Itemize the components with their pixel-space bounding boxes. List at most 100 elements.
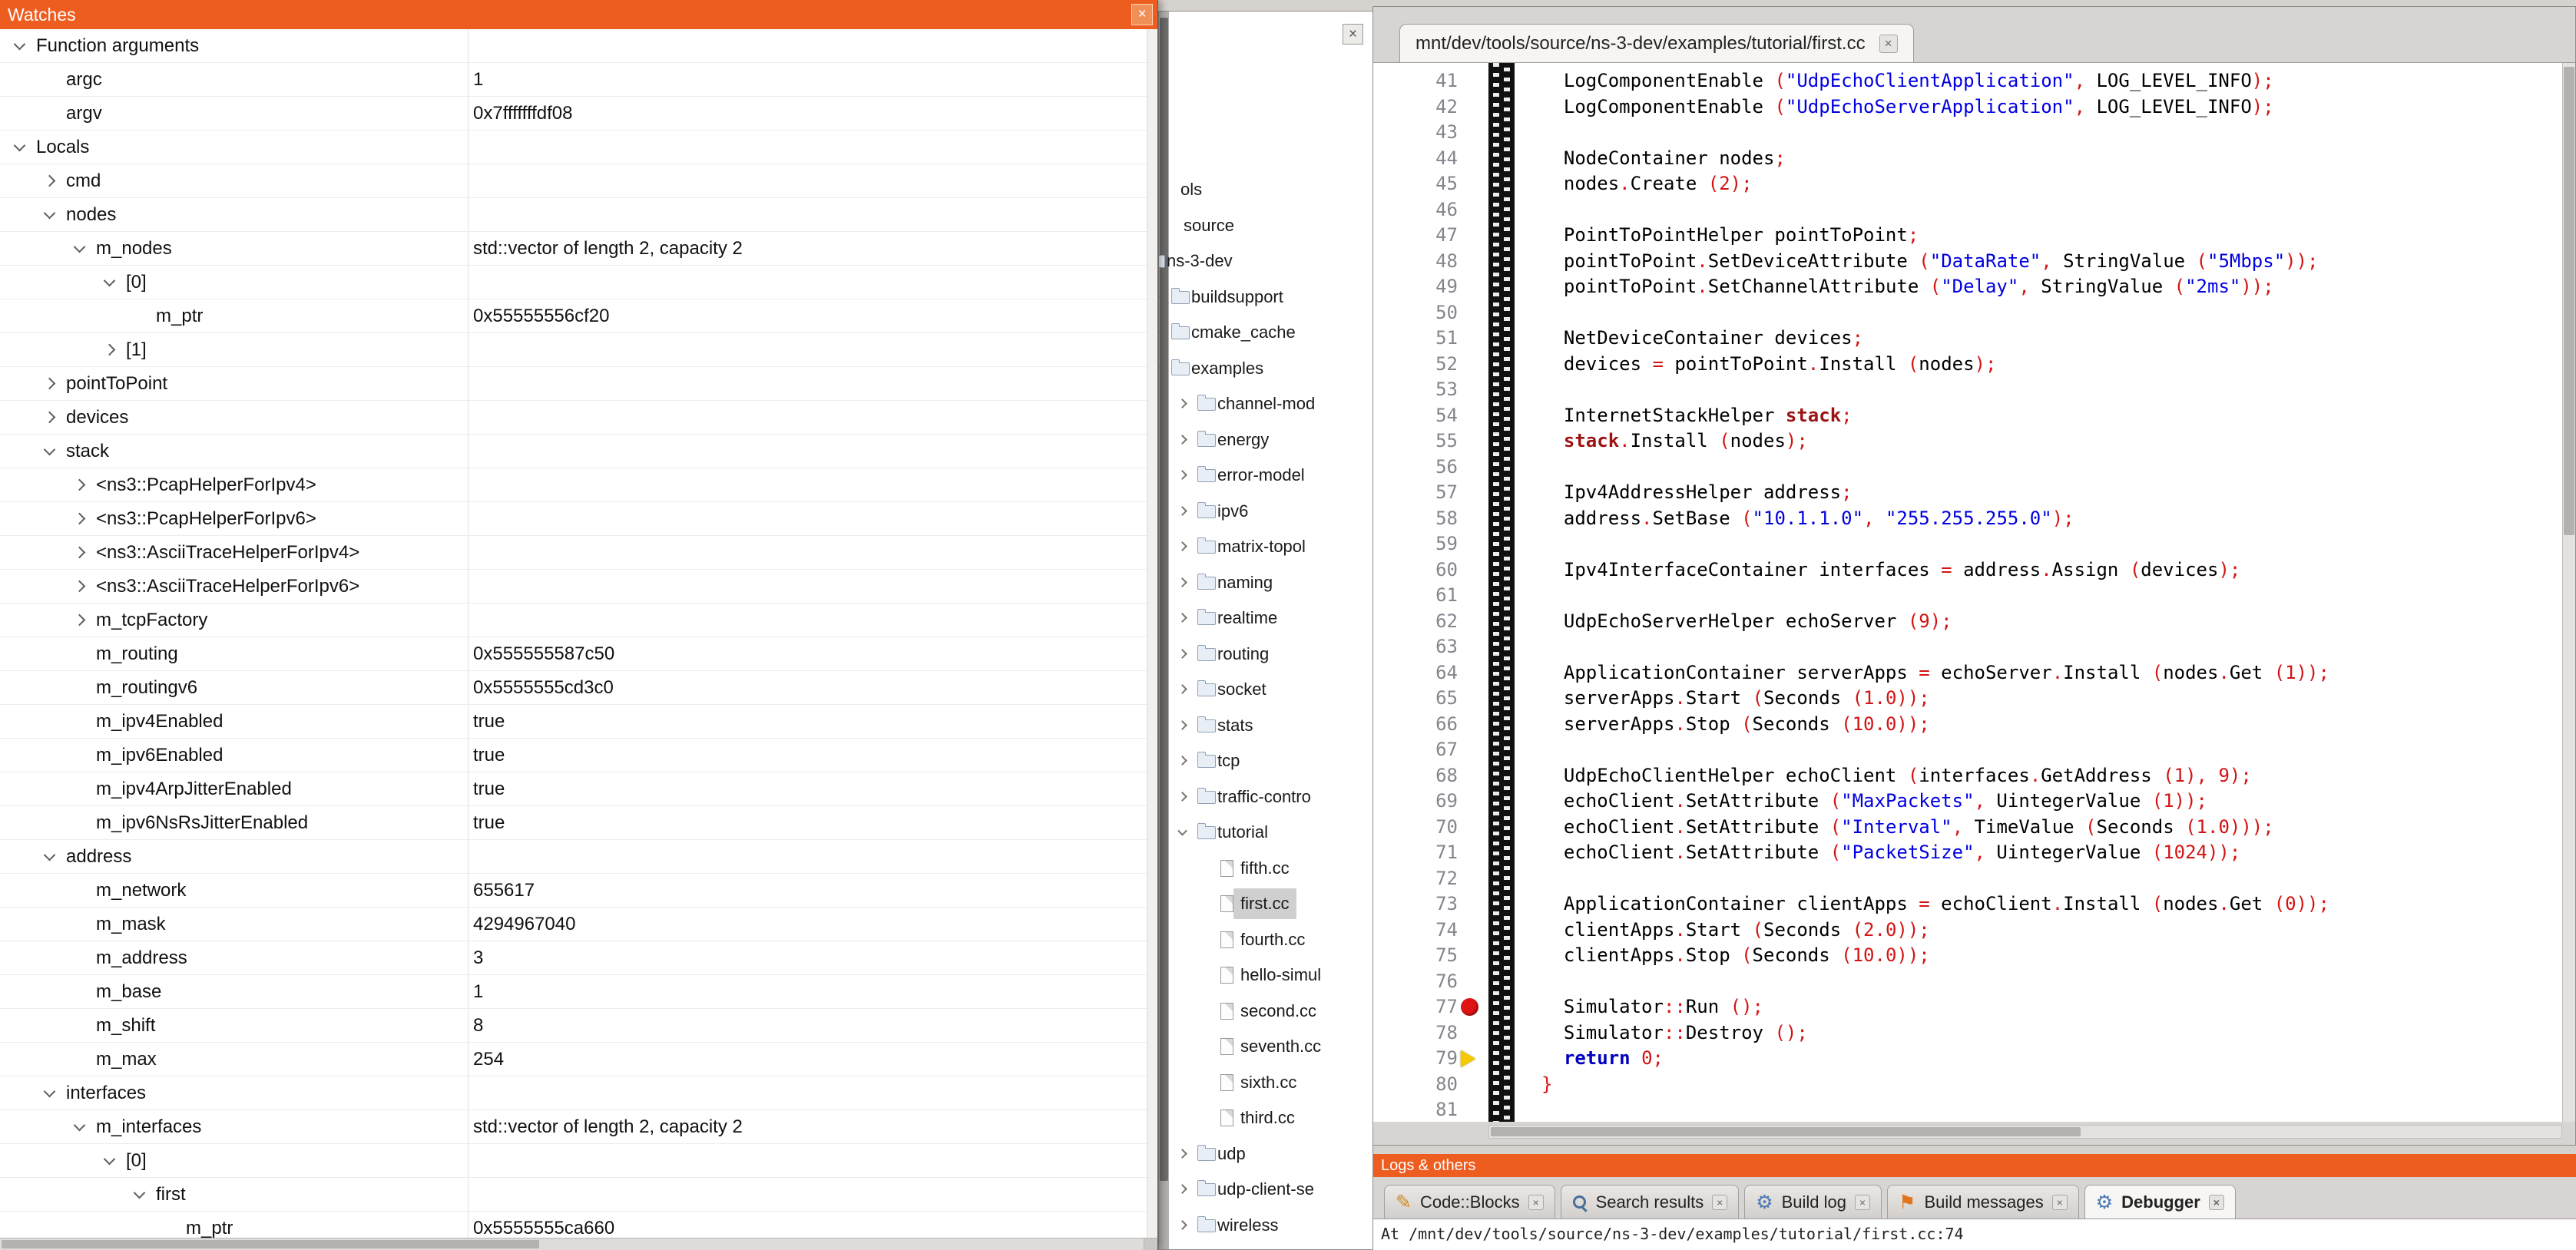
watch-row[interactable]: [1]	[0, 333, 1147, 367]
expander-icon[interactable]	[1177, 435, 1187, 445]
code-line[interactable]: Simulator::Run ();	[1541, 994, 1763, 1020]
watch-row[interactable]: Locals	[0, 131, 1147, 164]
code-line[interactable]: ApplicationContainer serverApps = echoSe…	[1541, 660, 2329, 686]
scrollbar-thumb[interactable]	[2564, 67, 2574, 535]
tree-row[interactable]: stats	[1159, 710, 1372, 741]
tree-row[interactable]: sixth.cc	[1159, 1067, 1372, 1098]
watch-row[interactable]: <ns3::AsciiTraceHelperForIpv4>	[0, 536, 1147, 570]
tree-row[interactable]: udp	[1159, 1139, 1372, 1169]
tree-row[interactable]: cmake_cache	[1159, 317, 1372, 348]
watch-row[interactable]: m_interfacesstd::vector of length 2, cap…	[0, 1110, 1147, 1144]
code-line[interactable]: ApplicationContainer clientApps = echoCl…	[1541, 891, 2329, 918]
logs-titlebar[interactable]: Logs & others	[1373, 1154, 2576, 1177]
expander-icon[interactable]	[1177, 649, 1187, 659]
expander-icon[interactable]	[1158, 362, 1160, 372]
code-line[interactable]: return 0;	[1541, 1046, 1664, 1072]
code-line[interactable]: UdpEchoClientHelper echoClient (interfac…	[1541, 763, 2252, 789]
expander-icon[interactable]	[1177, 1149, 1187, 1159]
watch-row[interactable]: <ns3::PcapHelperForIpv6>	[0, 502, 1147, 536]
watch-row[interactable]: m_ipv4ArpJitterEnabledtrue	[0, 772, 1147, 806]
code-line[interactable]: Ipv4AddressHelper address;	[1541, 480, 1853, 506]
watch-row[interactable]: m_ptr0x55555556cf20	[0, 299, 1147, 333]
watch-row[interactable]: nodes	[0, 198, 1147, 232]
expander-icon[interactable]	[1158, 327, 1160, 337]
code-line[interactable]: Simulator::Destroy ();	[1541, 1020, 1808, 1047]
code-line[interactable]: clientApps.Start (Seconds (2.0));	[1541, 918, 1930, 944]
expander-icon[interactable]	[1177, 792, 1187, 802]
tree-row[interactable]: traffic-contro	[1159, 782, 1372, 812]
tree-row[interactable]: udp-client-se	[1159, 1174, 1372, 1205]
watch-row[interactable]: m_ipv4Enabledtrue	[0, 705, 1147, 739]
watch-row[interactable]: m_ipv6Enabledtrue	[0, 739, 1147, 772]
watch-row[interactable]: argc1	[0, 63, 1147, 97]
tree-row[interactable]: fifth.cc	[1159, 853, 1372, 884]
tree-row[interactable]: channel-mod	[1159, 389, 1372, 419]
tab-close-icon[interactable]: ×	[2052, 1195, 2068, 1210]
watch-row[interactable]: m_nodesstd::vector of length 2, capacity…	[0, 232, 1147, 266]
watches-titlebar[interactable]: Watches ×	[0, 0, 1157, 29]
editor-vscrollbar[interactable]	[2562, 63, 2575, 1122]
tree-row[interactable]: seventh.cc	[1159, 1031, 1372, 1062]
watches-hscrollbar[interactable]	[0, 1238, 1157, 1250]
tree-row[interactable]: second.cc	[1159, 996, 1372, 1027]
scrollbar-thumb[interactable]	[1491, 1127, 2081, 1136]
logs-tab-debugger[interactable]: ⚙Debugger×	[2084, 1185, 2236, 1219]
code-line[interactable]: InternetStackHelper stack;	[1541, 403, 1853, 429]
watch-row[interactable]: pointToPoint	[0, 367, 1147, 401]
tree-row[interactable]: error-model	[1159, 460, 1372, 491]
tree-row[interactable]: fourth.cc	[1159, 924, 1372, 955]
tree-row[interactable]: ns-3-dev	[1159, 246, 1372, 276]
code-line[interactable]: devices = pointToPoint.Install (nodes);	[1541, 352, 1996, 378]
tree-row[interactable]: tutorial	[1159, 817, 1372, 848]
watches-close-button[interactable]: ×	[1131, 4, 1153, 25]
code-line[interactable]: serverApps.Start (Seconds (1.0));	[1541, 686, 1930, 712]
code-line[interactable]: stack.Install (nodes);	[1541, 428, 1808, 455]
tree-row[interactable]: realtime	[1159, 603, 1372, 633]
code-line[interactable]: pointToPoint.SetDeviceAttribute ("DataRa…	[1541, 249, 2319, 275]
tree-row[interactable]: ols	[1159, 174, 1372, 205]
watch-row[interactable]: m_routing0x555555587c50	[0, 637, 1147, 671]
tree-row[interactable]: tcp	[1159, 746, 1372, 776]
tree-row[interactable]: energy	[1159, 425, 1372, 455]
watch-row[interactable]: m_network655617	[0, 874, 1147, 908]
logs-tab-build-log[interactable]: ⚙Build log×	[1744, 1185, 1882, 1219]
watch-row[interactable]: cmd	[0, 164, 1147, 198]
code-line[interactable]: PointToPointHelper pointToPoint;	[1541, 223, 1919, 249]
expander-icon[interactable]	[1177, 756, 1187, 766]
editor-tab[interactable]: mnt/dev/tools/source/ns-3-dev/examples/t…	[1399, 24, 1914, 62]
tree-row[interactable]: wireless	[1159, 1210, 1372, 1241]
watch-row[interactable]: devices	[0, 401, 1147, 435]
expander-icon[interactable]	[1177, 506, 1187, 516]
tree-row[interactable]: hello-simul	[1159, 960, 1372, 990]
watch-row[interactable]: m_mask4294967040	[0, 908, 1147, 941]
code-line[interactable]: pointToPoint.SetChannelAttribute ("Delay…	[1541, 274, 2274, 300]
expander-icon[interactable]	[1177, 613, 1187, 623]
logs-tab-search-results[interactable]: Search results×	[1561, 1185, 1740, 1219]
watch-row[interactable]: m_ptr0x5555555ca660	[0, 1212, 1147, 1238]
tree-row[interactable]: third.cc	[1159, 1103, 1372, 1133]
expander-icon[interactable]	[1177, 470, 1187, 480]
expander-icon[interactable]	[1177, 684, 1187, 694]
tree-row[interactable]: examples	[1159, 353, 1372, 384]
logs-tab-code-blocks[interactable]: ✎Code::Blocks×	[1384, 1185, 1555, 1219]
watch-row[interactable]: m_address3	[0, 941, 1147, 975]
watch-row[interactable]: m_base1	[0, 975, 1147, 1009]
code-line[interactable]: serverApps.Stop (Seconds (10.0));	[1541, 712, 1930, 738]
code-line[interactable]: clientApps.Stop (Seconds (10.0));	[1541, 943, 1930, 969]
code-line[interactable]: LogComponentEnable ("UdpEchoServerApplic…	[1541, 94, 2274, 121]
expander-icon[interactable]	[1177, 1220, 1187, 1230]
tree-row[interactable]: naming	[1159, 567, 1372, 598]
code-line[interactable]: echoClient.SetAttribute ("PacketSize", U…	[1541, 840, 2240, 866]
watch-row[interactable]: Function arguments	[0, 29, 1147, 63]
tree-row[interactable]: ipv6	[1159, 496, 1372, 527]
expander-icon[interactable]	[1177, 541, 1187, 551]
watch-row[interactable]: first	[0, 1178, 1147, 1212]
watch-row[interactable]: <ns3::AsciiTraceHelperForIpv6>	[0, 570, 1147, 604]
tab-close-icon[interactable]: ×	[1879, 35, 1898, 53]
expander-icon[interactable]	[1158, 292, 1160, 302]
breakpoint-icon[interactable]	[1461, 998, 1478, 1016]
watches-vscrollbar[interactable]	[1147, 29, 1157, 1238]
tab-close-icon[interactable]: ×	[1855, 1195, 1870, 1210]
watch-row[interactable]: m_shift8	[0, 1009, 1147, 1043]
tab-close-icon[interactable]: ×	[1528, 1195, 1544, 1210]
